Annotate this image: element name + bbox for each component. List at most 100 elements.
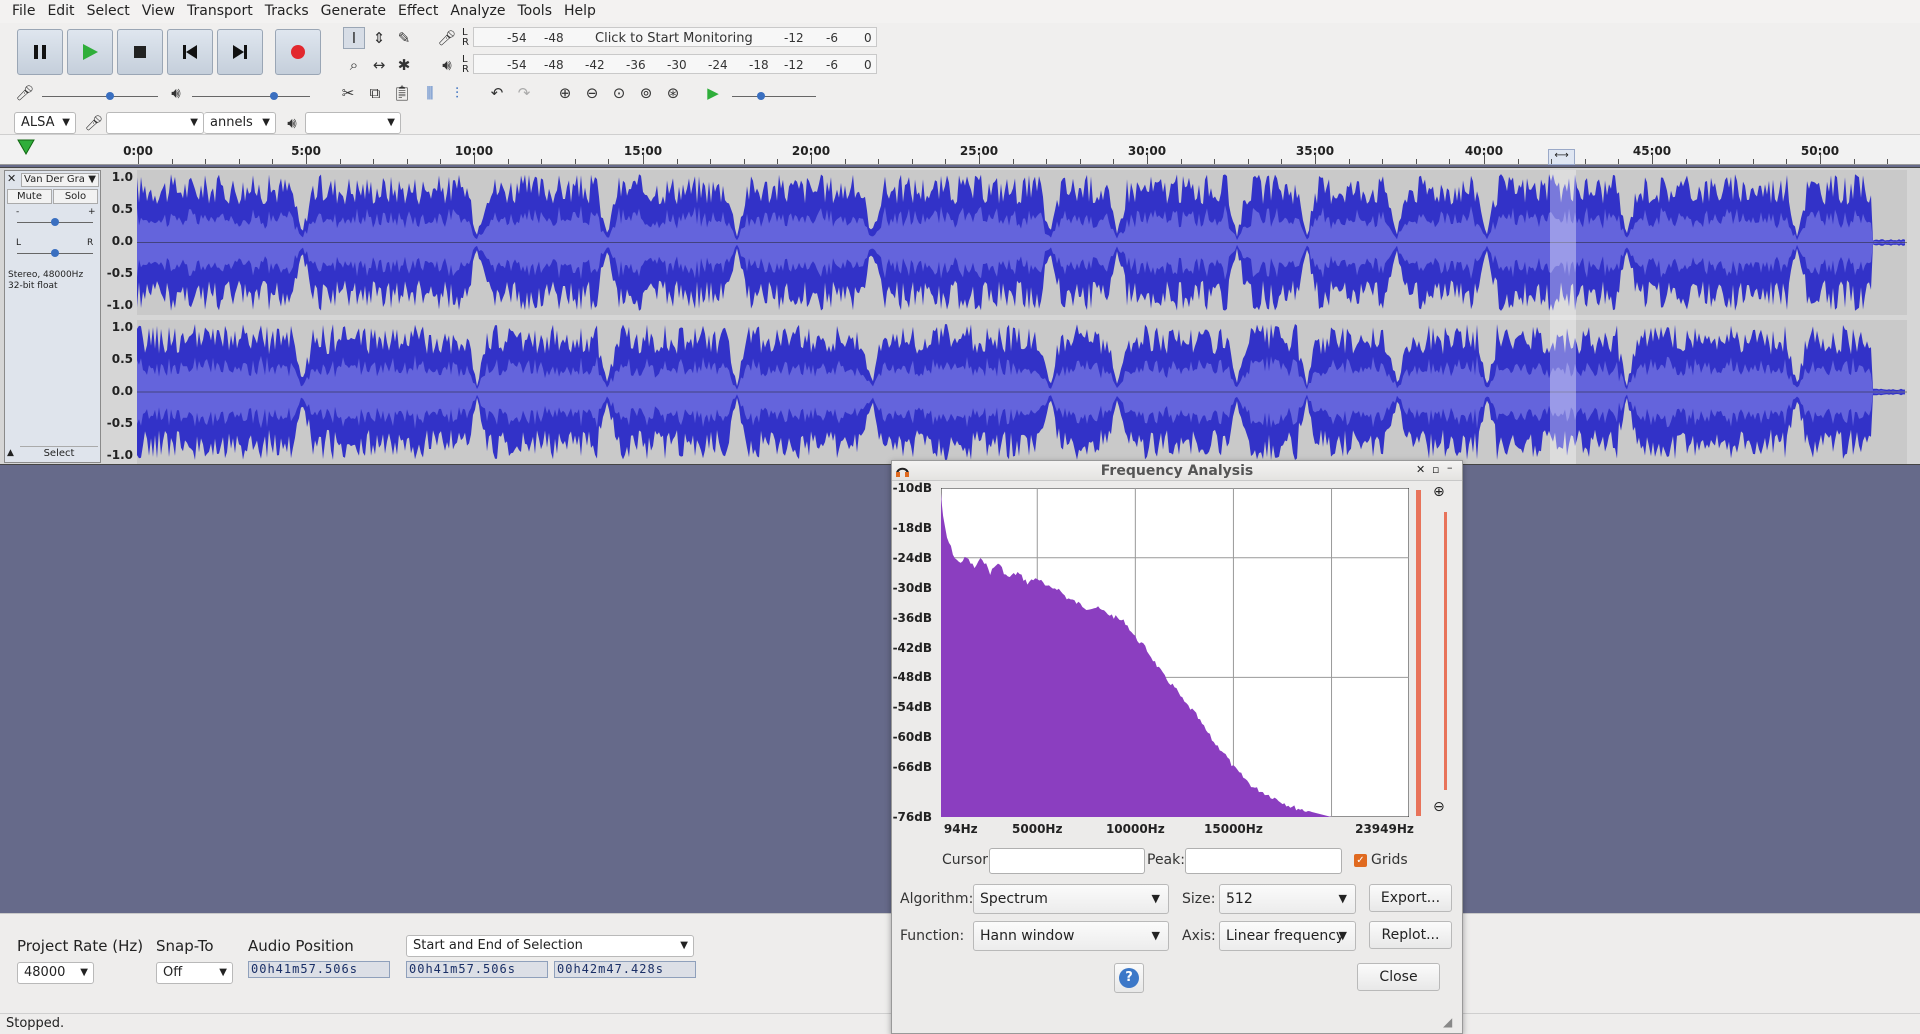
record-meter[interactable]: -54 -48 Click to Start Monitoring -12 -6… [473,27,877,47]
menu-effect[interactable]: Effect [392,0,444,23]
playback-volume-knob[interactable] [270,92,278,100]
play-at-speed-icon[interactable]: ▶ [702,82,724,104]
fit-project-icon[interactable]: ⊚ [635,82,657,104]
size-select[interactable]: 512 ▼ [1219,884,1356,914]
vertical-zoom-slider[interactable] [1444,512,1447,790]
dialog-minimize-icon[interactable]: – [1447,461,1453,474]
menu-edit[interactable]: Edit [41,0,80,23]
fit-selection-icon[interactable]: ⊙ [608,82,630,104]
gain-slider-knob[interactable] [51,218,59,226]
menu-view[interactable]: View [136,0,181,23]
record-meter-mic-icon[interactable]: 🎤︎ [436,27,458,49]
close-track-icon[interactable]: ✕ [7,173,19,186]
stop-button[interactable] [117,29,163,75]
axis-select[interactable]: Linear frequency ▼ [1219,921,1356,951]
click-to-start-monitoring[interactable]: Click to Start Monitoring [595,31,753,46]
record-button[interactable] [275,29,321,75]
track-name-menu[interactable]: Van Der Gra ▼ [21,173,99,187]
dialog-title-bar[interactable]: Frequency Analysis [892,461,1462,481]
ruler-tick [507,159,509,164]
cut-icon[interactable]: ✂ [337,82,359,104]
collapse-track-icon[interactable]: ▲ [7,448,14,458]
recording-device-select[interactable]: ▼ [106,112,204,134]
recording-channels-select[interactable]: annels ▼ [204,112,276,134]
menu-help[interactable]: Help [558,0,602,23]
select-track-button[interactable]: Select [20,446,98,461]
timeshift-tool-icon[interactable]: ↔ [368,54,390,76]
playback-volume-slider[interactable] [192,96,310,97]
solo-button[interactable]: Solo [53,189,98,204]
envelope-tool-icon[interactable]: ⇕ [368,27,390,49]
zoom-in-icon[interactable]: ⊕ [1433,484,1445,500]
channel-1-waveform[interactable] [137,170,1907,315]
pause-button[interactable] [17,29,63,75]
menu-tracks[interactable]: Tracks [259,0,315,23]
pan-slider-knob[interactable] [51,249,59,257]
play-meter-speaker-icon[interactable]: 🔊︎ [436,54,458,76]
play-button[interactable] [67,29,113,75]
skip-start-button[interactable] [167,29,213,75]
help-button[interactable]: ? [1114,963,1144,993]
resize-grip-icon[interactable]: ◢ [1443,1015,1452,1029]
play-meter[interactable]: -54 -48 -42 -36 -30 -24 -18 -12 -6 0 [473,54,877,74]
play-speed-slider[interactable] [732,96,816,97]
ruler-tick [777,159,779,164]
zoom-in-icon[interactable]: ⊕ [554,82,576,104]
skip-end-button[interactable] [217,29,263,75]
menu-tools[interactable]: Tools [512,0,559,23]
audio-host-select[interactable]: ALSA ▼ [14,112,76,134]
x-tick-label: 94Hz [943,822,978,836]
trim-icon[interactable]: ⫼ [419,82,441,104]
function-select[interactable]: Hann window ▼ [973,921,1169,951]
selection-mode-select[interactable]: Start and End of Selection ▼ [406,935,694,957]
dialog-maximize-icon[interactable]: ▫ [1432,463,1439,476]
playback-device-select[interactable]: ▼ [305,112,401,134]
undo-icon[interactable]: ↶ [486,82,508,104]
zoom-out-icon[interactable]: ⊖ [1433,799,1445,815]
zoom-toggle-icon[interactable]: ⊛ [662,82,684,104]
recording-volume-knob[interactable] [106,92,114,100]
draw-tool-icon[interactable]: ✎ [393,27,415,49]
multi-tool-icon[interactable]: ✱ [393,54,415,76]
mute-button[interactable]: Mute [7,189,52,204]
copy-icon[interactable]: ⧉ [364,82,386,104]
menu-generate[interactable]: Generate [315,0,392,23]
recording-volume-slider[interactable] [42,96,158,97]
ruler-tick [878,159,880,164]
paste-icon[interactable]: 📋︎ [391,82,413,104]
menu-file[interactable]: File [6,0,41,23]
spectrum-plot[interactable] [941,488,1409,817]
amplitude-scale-label: -1.0 [106,298,133,312]
play-head-icon[interactable] [17,139,35,155]
play-speed-knob[interactable] [757,92,765,100]
ruler-tick [1618,159,1620,164]
project-rate-select[interactable]: 48000 ▼ [17,962,94,984]
export-button[interactable]: Export... [1369,884,1452,912]
selection-end-time[interactable]: 00h42m47.428s [554,961,696,978]
dialog-close-icon[interactable]: ✕ [1416,463,1425,476]
close-button[interactable]: Close [1357,963,1440,991]
menu-analyze[interactable]: Analyze [444,0,511,23]
algorithm-select[interactable]: Spectrum ▼ [973,884,1169,914]
cursor-field[interactable] [989,848,1145,874]
grids-checkbox[interactable]: ✓ [1354,854,1367,867]
snap-to-select[interactable]: Off ▼ [156,962,233,984]
redo-icon[interactable]: ↷ [513,82,535,104]
vertical-zoom-track[interactable] [1416,490,1421,816]
menu-transport[interactable]: Transport [181,0,259,23]
timeline-ruler[interactable]: ⟷ 0:00 5:00 10:00 15:00 20:00 25:00 30:00 35:00… [0,135,1920,165]
menu-select[interactable]: Select [81,0,136,23]
selection-tool-icon[interactable]: I [343,27,365,49]
channel-2-waveform[interactable] [137,320,1907,464]
zoom-out-icon[interactable]: ⊖ [581,82,603,104]
zoom-tool-icon[interactable]: ⌕ [343,54,365,76]
y-tick-label: -48dB [892,670,932,685]
peak-field[interactable] [1185,848,1342,874]
selection-region[interactable] [1550,170,1576,464]
replot-button[interactable]: Replot... [1369,921,1452,949]
audio-position-time[interactable]: 00h41m57.506s [248,961,390,978]
ruler-tick [911,159,913,164]
selection-start-time[interactable]: 00h41m57.506s [406,961,548,978]
ruler-tick [1551,159,1553,164]
silence-icon[interactable]: ⫶ [446,82,468,104]
